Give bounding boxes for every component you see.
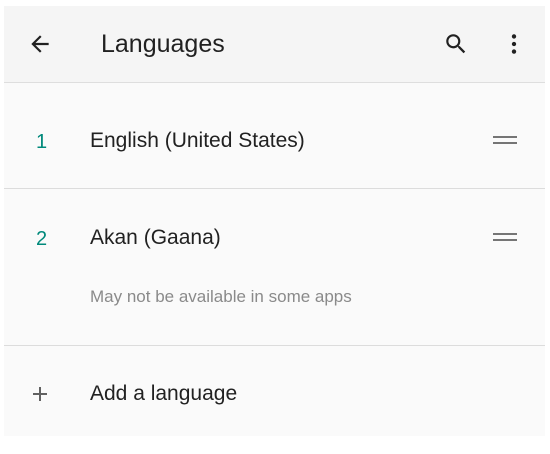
- arrow-back-icon: [31, 35, 49, 53]
- language-availability-note: May not be available in some apps: [90, 287, 352, 306]
- language-item-english[interactable]: 1 English (United States): [4, 92, 545, 189]
- search-icon: [446, 34, 466, 54]
- drag-handle-icon[interactable]: [493, 132, 517, 148]
- language-order-number: 2: [36, 228, 48, 250]
- more-options-button[interactable]: [496, 26, 532, 62]
- add-language-button[interactable]: Add a language: [4, 346, 545, 436]
- back-button[interactable]: [22, 26, 58, 62]
- app-bar: Languages: [4, 6, 545, 83]
- language-name: English (United States): [90, 129, 305, 152]
- language-order-number: 1: [36, 131, 48, 153]
- more-vertical-icon: [511, 34, 517, 54]
- drag-handle-icon[interactable]: [493, 229, 517, 245]
- plus-icon: [33, 387, 47, 401]
- add-language-label: Add a language: [90, 382, 238, 405]
- search-button[interactable]: [438, 26, 474, 62]
- languages-screen: Languages 1 English (United States) 2 Ak…: [4, 6, 545, 436]
- language-name: Akan (Gaana): [90, 226, 221, 249]
- page-title: Languages: [101, 30, 225, 58]
- language-item-akan[interactable]: 2 Akan (Gaana) May not be available in s…: [4, 189, 545, 346]
